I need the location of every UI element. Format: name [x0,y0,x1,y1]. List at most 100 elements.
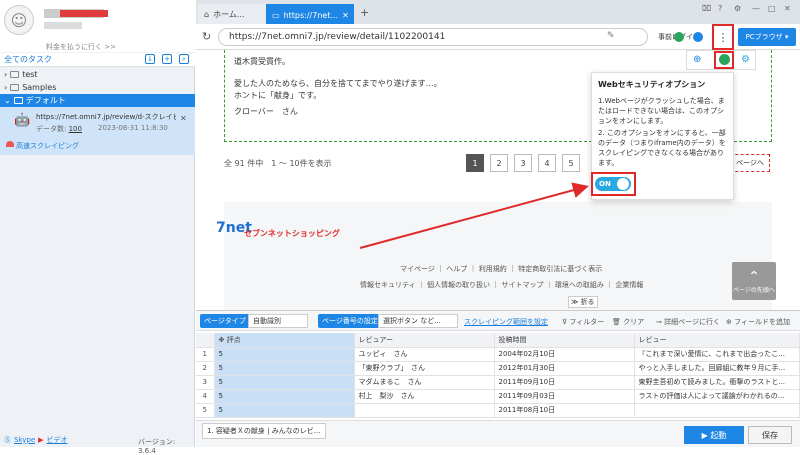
close-window-icon[interactable]: ✕ [784,4,791,13]
add-field-button[interactable]: ⊕ フィールドを追加 [726,317,790,327]
more-options-button[interactable]: ⋮ [712,24,734,50]
scrape-range-link[interactable]: スクレイピング範囲を設定 [464,317,548,327]
web-security-option-icon[interactable] [714,51,734,69]
page-tab[interactable]: 1. 容疑者Ｘの献身 | みんなのレビ... [202,423,326,439]
tab-label: https://7net... [283,10,339,20]
table-row[interactable]: 1 5 ユッピィ さん 2004年02月10日 『これまで深い愛情に、これまで出会ったこ… [196,347,800,362]
detail-page-button[interactable]: ⊸ 詳細ページに行く [656,317,720,327]
data-toolbar: ページタイプ 自動識別 ページ番号の設定 選択ボタン など... スクレイピング… [196,311,800,331]
table-row[interactable]: 5 5 2011年08月10日 [196,403,800,418]
page-button[interactable]: 3 [514,154,532,172]
table-cell: 5 [214,347,355,362]
crosshair-icon: ✥ [218,335,225,344]
column-header[interactable]: レビュー [634,333,800,348]
tab-current[interactable]: ▭ https://7net... ✕ [266,4,354,24]
popup-title: Webセキュリティオプション [598,80,706,89]
column-header[interactable]: ✥ 評点 [214,333,355,348]
filter-button[interactable]: ⊽ フィルター [562,317,604,327]
table-cell: 東野圭吾初めて読みました。衝撃のラストと... [634,375,800,390]
review-text: 愛した人のためなら、自分を捨ててまでやり遂げます…。 [234,79,442,88]
fold-button[interactable]: ≫ 折る [568,296,598,308]
column-header[interactable]: レビュアー [354,333,495,348]
page-button[interactable]: 2 [490,154,508,172]
tab-home[interactable]: ⌂ ホーム... [198,4,268,24]
web-security-icon[interactable] [674,32,684,42]
popup-text-2: 2. このオプションをオンにすると、一部のデータ（つまりiframe内のデータ）… [598,129,726,167]
task-item[interactable]: 🤖 https://7net.omni7.jp/review/d-スクレイピン.… [0,107,195,155]
close-icon[interactable]: ✕ [180,114,187,123]
fast-scrape-link[interactable]: 高速スクレイピング [16,141,79,151]
filter-icon: ⊽ [562,318,568,326]
pay-link[interactable]: 料金を払うに行く >> [46,42,116,52]
table-cell: 2011年08月10日 [494,403,635,418]
page-button[interactable]: 5 [562,154,580,172]
video-icon: ▶ [38,435,44,444]
maximize-icon[interactable]: □ [768,4,776,13]
scroll-top-button[interactable]: ⌃ ページの先頭へ [732,262,776,300]
page-number-label: ページ番号の設定 [318,314,382,328]
gift-icon[interactable]: ⌧ [702,4,711,13]
page-number-select[interactable]: 選択ボタン など... [378,314,458,328]
table-row[interactable]: 3 5 マダムまるこ さん 2011年09月10日 東野圭吾初めて読みました。衝撃のラス… [196,375,800,390]
robot-icon: 🤖 [14,113,31,128]
pc-browser-button[interactable]: PCブラウザ ▾ [738,28,796,46]
data-count-link[interactable]: 100 [69,125,82,133]
table-row[interactable]: 4 5 村上 梨沙 さん 2011年09月03日 ラストの評価は人によって議論がわかれる… [196,389,800,404]
reload-icon[interactable]: ↻ [202,30,211,43]
import-icon[interactable]: ↓ [145,54,155,64]
next-page-link[interactable]: ページへ [730,154,770,172]
column-header[interactable]: 投稿時間 [494,333,635,348]
home-icon: ⌂ [204,9,210,19]
save-button[interactable]: 保存 [748,426,792,444]
tab-bar: ⌂ ホーム... ▭ https://7net... ✕ + ⌧ ? ⚙ — □… [196,0,800,24]
trash-icon: 🗑 [612,318,621,326]
new-folder-icon[interactable]: + [162,54,172,64]
table-cell: やっと入手しました。回廊組に教年９月に手... [634,361,800,376]
minimize-icon[interactable]: — [752,4,760,13]
gear-icon[interactable]: ⚙ [741,54,750,65]
folder-icon [10,84,20,91]
chevron-right-icon: › [4,70,8,79]
toggle-knob [617,178,629,190]
new-tab-icon[interactable]: + [360,6,369,19]
globe-icon[interactable]: ⊕ [693,54,701,65]
table-row[interactable]: 2 5 「東野クラブ」 さん 2012年01月30日 やっと入手しました。回廊組に教年９… [196,361,800,376]
logo-text: セブンネットショッピング [244,229,340,238]
all-tasks-label[interactable]: 全てのタスク [4,54,52,65]
page-button[interactable]: 1 [466,154,484,172]
popup-text-1: 1.Webページがクラッシュした場合、またはロードできない場合は、このオプション… [598,97,725,125]
info-icon[interactable] [693,32,703,42]
table-cell: 『これまで深い愛情に、これまで出会ったこ... [634,347,800,362]
folder-test[interactable]: › test [0,68,195,81]
row-number: 2 [196,361,215,376]
skype-icon: Ⓢ [4,435,11,444]
help-icon[interactable]: ? [718,4,722,13]
footer-links-row1[interactable]: マイページ ｜ ヘルプ ｜ 利用規約 ｜ 特定商取引法に基づく表示 [400,264,602,274]
task-panel: ☺ 料金を払うに行く >> 全てのタスク ↓ + ⌕ › test › Samp… [0,0,195,455]
bottom-bar: 1. 容疑者Ｘの献身 | みんなのレビ... ▶ 起動 保存 [196,420,800,447]
footer-links-row2[interactable]: 情報セキュリティ ｜ 個人情報の取り扱い ｜ サイトマップ ｜ 環境への取組み … [360,280,643,290]
table-cell [634,403,800,418]
video-link[interactable]: ビデオ [47,435,68,445]
plus-icon: ⊕ [726,318,732,326]
folder-default[interactable]: ⌄ デフォルト [0,94,195,107]
close-tab-icon[interactable]: ✕ [342,11,349,20]
page-type-select[interactable]: 自動識別 [248,314,308,328]
data-table: ✥ 評点 レビュアー 投稿時間 レビュー 1 5 ユッピィ さん 2004年02月10… [196,333,800,418]
settings-icon[interactable]: ⚙ [734,4,741,13]
table-cell [354,403,495,418]
speedometer-icon [6,141,14,147]
edit-icon[interactable]: ✎ [607,31,615,41]
start-button[interactable]: ▶ 起動 [684,426,744,444]
folder-label: test [22,70,38,79]
url-input[interactable]: https://7net.omni7.jp/review/detail/1102… [218,28,648,46]
search-task-icon[interactable]: ⌕ [179,54,189,64]
skype-link[interactable]: Skype [14,436,35,444]
page-button[interactable]: 4 [538,154,556,172]
avatar[interactable]: ☺ [4,5,34,35]
clear-button[interactable]: 🗑 クリア [612,317,644,327]
task-url: https://7net.omni7.jp/review/d-スクレイピン... [36,113,176,121]
folder-samples[interactable]: › Samples [0,81,195,94]
folder-icon [10,71,20,78]
row-number: 3 [196,375,215,390]
